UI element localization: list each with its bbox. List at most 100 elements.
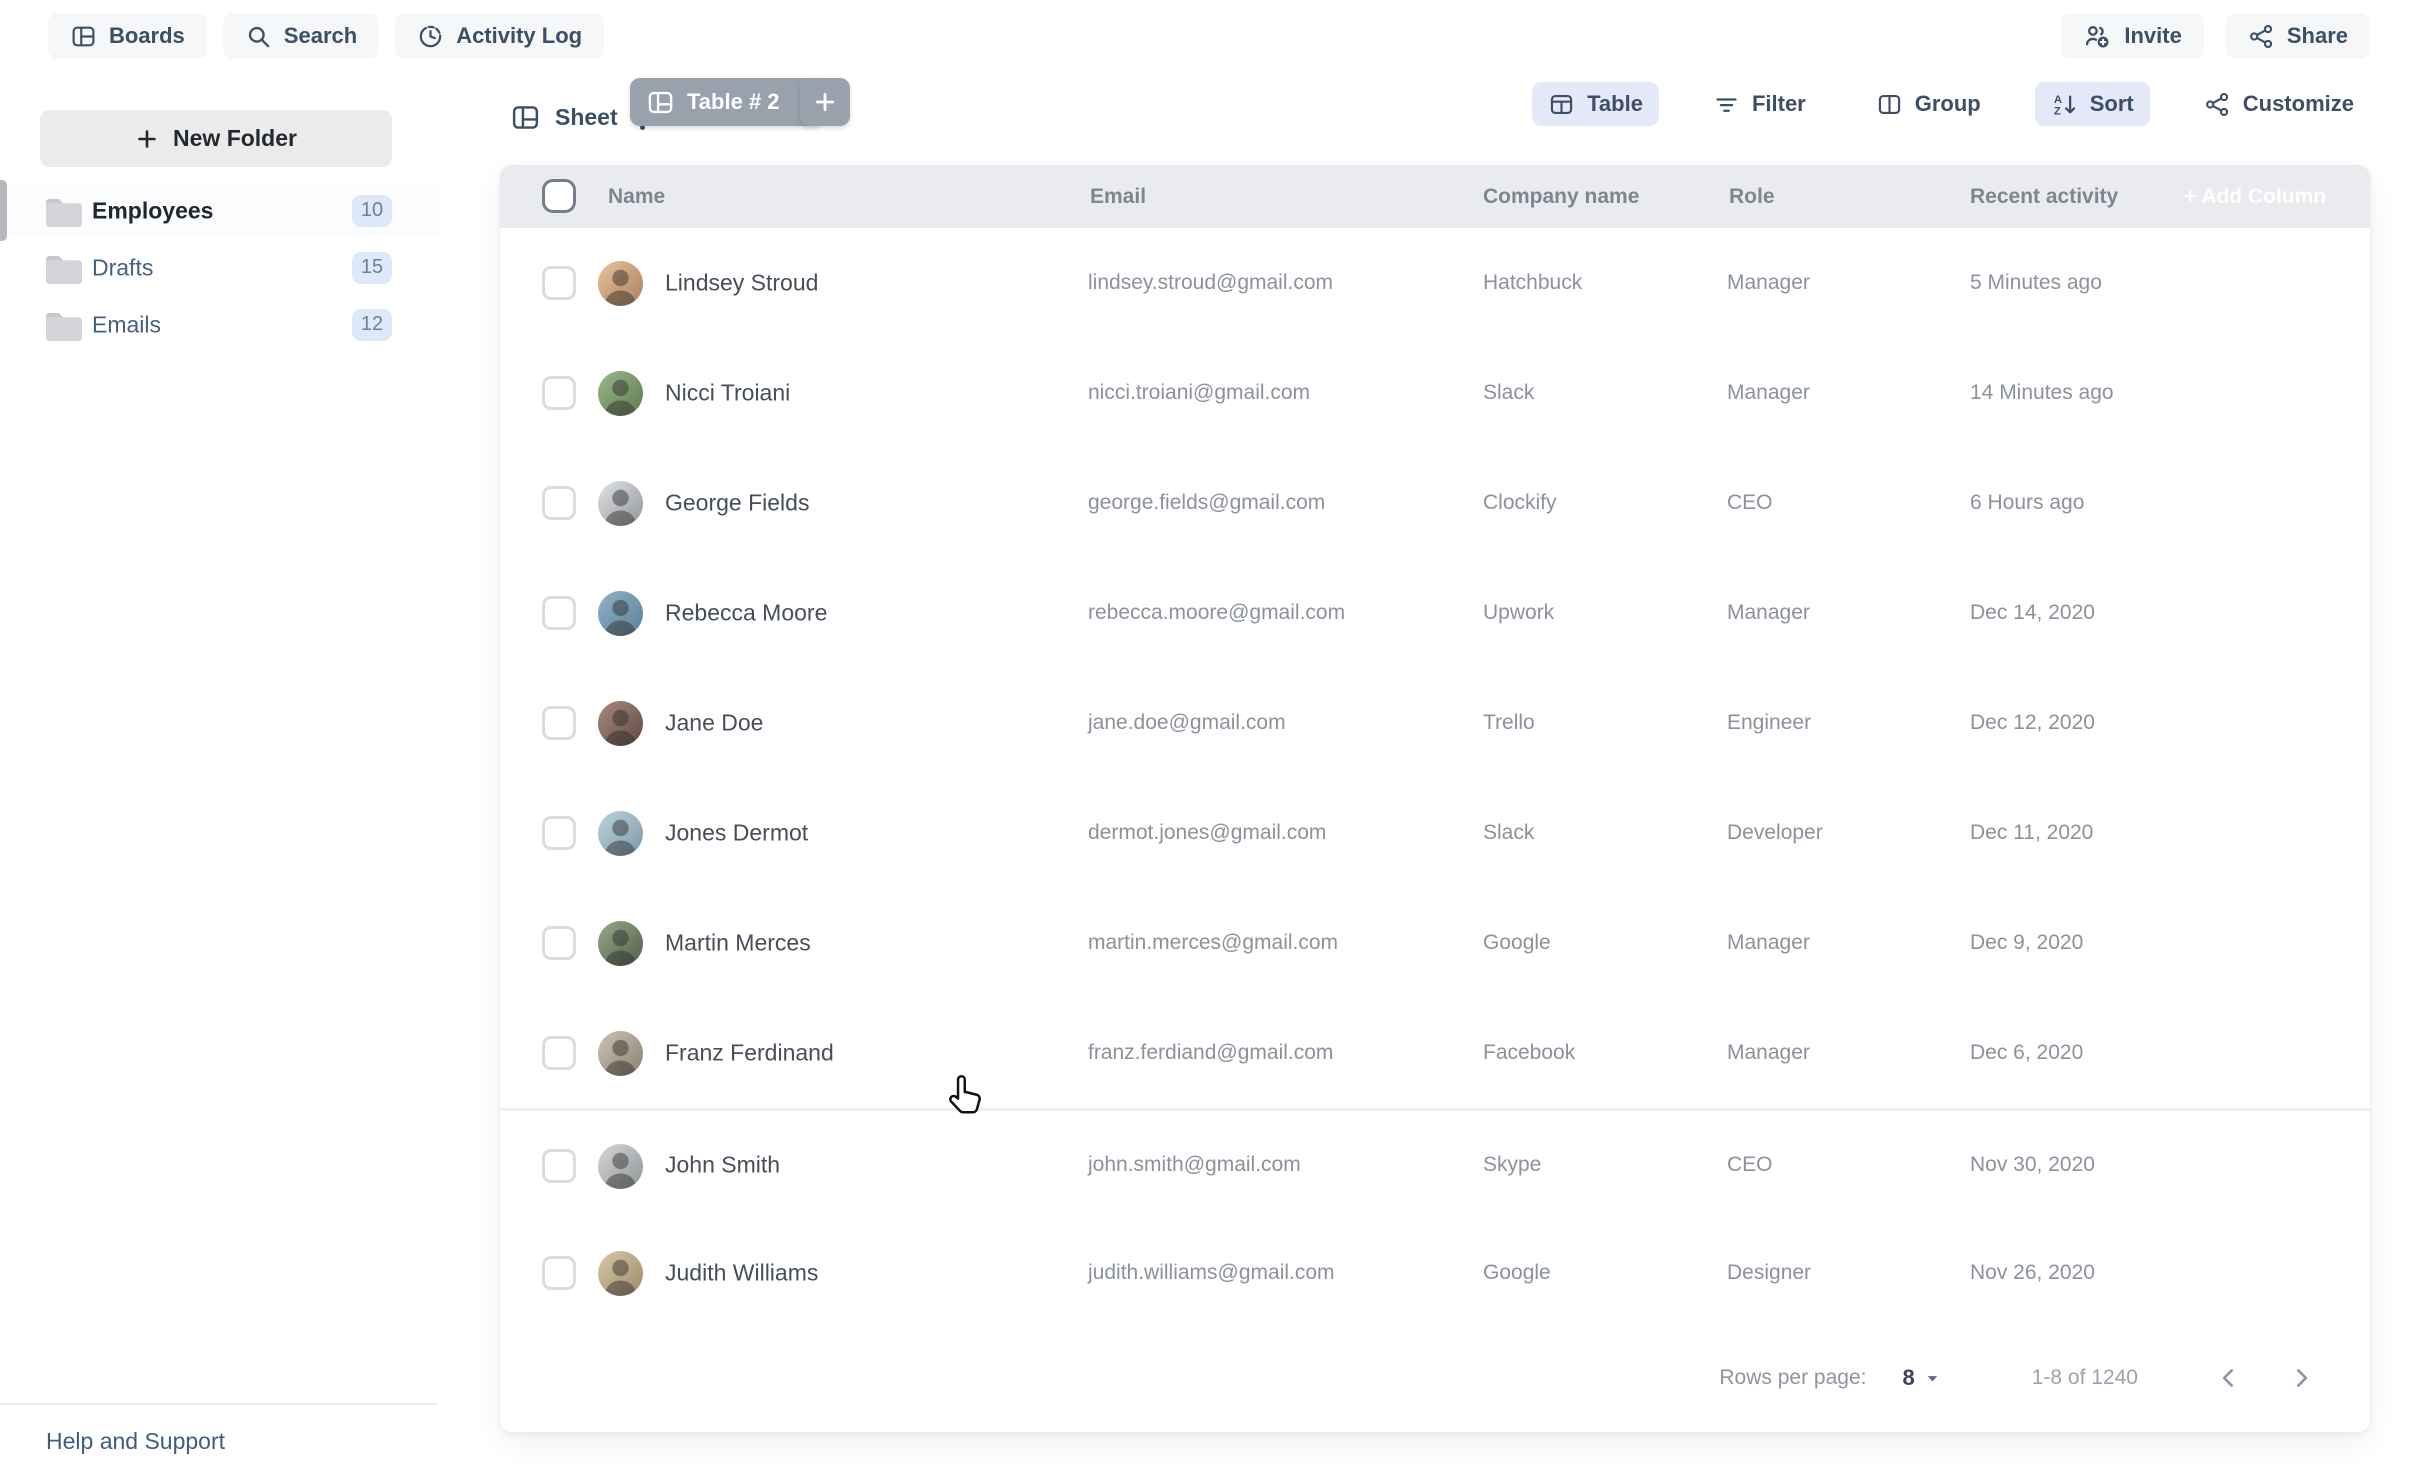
- add-column-button[interactable]: + Add Column: [2184, 165, 2326, 228]
- role-cell: Manager: [1727, 601, 1810, 625]
- role-cell: Manager: [1727, 931, 1810, 955]
- caret-down-icon: [1925, 1371, 1940, 1386]
- email-cell: jane.doe@gmail.com: [1088, 711, 1286, 735]
- row-checkbox[interactable]: [542, 926, 576, 960]
- role-cell: CEO: [1727, 491, 1773, 515]
- sidebar: New Folder Employees 10 Drafts 15 Emails…: [0, 72, 440, 1478]
- tab-table-2[interactable]: Table # 2: [630, 78, 823, 126]
- column-header-role[interactable]: Role: [1729, 165, 1775, 228]
- boards-label: Boards: [109, 23, 185, 49]
- row-checkbox[interactable]: [542, 1036, 576, 1070]
- svg-text:A: A: [2054, 93, 2062, 105]
- company-cell: Google: [1483, 931, 1551, 955]
- invite-button[interactable]: Invite: [2061, 13, 2203, 59]
- email-cell: nicci.troiani@gmail.com: [1088, 381, 1310, 405]
- column-header-activity[interactable]: Recent activity: [1970, 165, 2118, 228]
- table-row[interactable]: Rebecca Moore rebecca.moore@gmail.com Up…: [500, 558, 2370, 668]
- email-cell: george.fields@gmail.com: [1088, 491, 1325, 515]
- sort-button[interactable]: AZ Sort: [2035, 82, 2150, 126]
- selected-indicator: [0, 180, 7, 241]
- activity-cell: Nov 30, 2020: [1970, 1153, 2095, 1177]
- invite-label: Invite: [2124, 23, 2181, 49]
- table-row[interactable]: Franz Ferdinand franz.ferdiand@gmail.com…: [500, 998, 2370, 1108]
- prev-page-button[interactable]: [2216, 1365, 2242, 1391]
- group-label: Group: [1915, 91, 1981, 117]
- share-button[interactable]: Share: [2226, 13, 2370, 59]
- name-cell: Jane Doe: [665, 710, 763, 737]
- email-cell: franz.ferdiand@gmail.com: [1088, 1041, 1333, 1065]
- avatar: [598, 1144, 643, 1189]
- table-card: Name Email Company name Role Recent acti…: [500, 165, 2370, 1432]
- rows-per-page-label: Rows per page:: [1719, 1366, 1866, 1390]
- search-button[interactable]: Search: [223, 13, 379, 59]
- topbar-right-group: Invite Share: [2061, 13, 2370, 59]
- column-header-company[interactable]: Company name: [1483, 165, 1639, 228]
- role-cell: Developer: [1727, 821, 1823, 845]
- share-label: Share: [2287, 23, 2348, 49]
- company-cell: Trello: [1483, 711, 1535, 735]
- next-page-button[interactable]: [2288, 1365, 2314, 1391]
- table-row[interactable]: Nicci Troiani nicci.troiani@gmail.com Sl…: [500, 338, 2370, 448]
- name-cell: Judith Williams: [665, 1260, 818, 1287]
- row-checkbox[interactable]: [542, 1256, 576, 1290]
- row-checkbox[interactable]: [542, 266, 576, 300]
- avatar: [598, 1251, 643, 1296]
- table-tab-icon: [646, 88, 675, 117]
- company-cell: Facebook: [1483, 1041, 1575, 1065]
- avatar: [598, 261, 643, 306]
- top-bar: Boards Search Activity Log Invite Share: [0, 0, 2432, 72]
- column-header-email[interactable]: Email: [1090, 165, 1146, 228]
- table-row[interactable]: George Fields george.fields@gmail.com Cl…: [500, 448, 2370, 558]
- row-checkbox[interactable]: [542, 486, 576, 520]
- email-cell: judith.williams@gmail.com: [1088, 1261, 1335, 1285]
- avatar: [598, 811, 643, 856]
- sidebar-folder-item[interactable]: Emails 12: [0, 298, 440, 351]
- table-row[interactable]: John Smith john.smith@gmail.com Skype CE…: [500, 1108, 2370, 1218]
- table-row[interactable]: Judith Williams judith.williams@gmail.co…: [500, 1218, 2370, 1328]
- row-checkbox[interactable]: [542, 816, 576, 850]
- role-cell: Designer: [1727, 1261, 1811, 1285]
- name-cell: Franz Ferdinand: [665, 1040, 834, 1067]
- sheet-label: Sheet: [555, 104, 618, 131]
- row-checkbox[interactable]: [542, 596, 576, 630]
- row-checkbox[interactable]: [542, 376, 576, 410]
- table-view-button[interactable]: Table: [1532, 82, 1659, 126]
- sidebar-folder-item[interactable]: Drafts 15: [0, 241, 440, 294]
- row-checkbox[interactable]: [542, 706, 576, 740]
- company-cell: Skype: [1483, 1153, 1541, 1177]
- help-and-support-link[interactable]: Help and Support: [46, 1428, 225, 1455]
- activity-cell: 5 Minutes ago: [1970, 271, 2102, 295]
- email-cell: rebecca.moore@gmail.com: [1088, 601, 1345, 625]
- row-checkbox[interactable]: [542, 1149, 576, 1183]
- column-header-name[interactable]: Name: [608, 165, 665, 228]
- sheet-icon: [510, 102, 541, 133]
- boards-button[interactable]: Boards: [48, 13, 207, 59]
- email-cell: martin.merces@gmail.com: [1088, 931, 1338, 955]
- folder-icon: [44, 308, 84, 341]
- email-cell: john.smith@gmail.com: [1088, 1153, 1301, 1177]
- activity-cell: Dec 12, 2020: [1970, 711, 2095, 735]
- chevron-left-icon: [2216, 1365, 2242, 1391]
- sidebar-folder-item[interactable]: Employees 10: [0, 184, 440, 237]
- activity-cell: Dec 6, 2020: [1970, 1041, 2083, 1065]
- rows-per-page-select[interactable]: 8: [1902, 1365, 1939, 1391]
- name-cell: Rebecca Moore: [665, 600, 827, 627]
- group-button[interactable]: Group: [1860, 82, 1997, 126]
- folder-count-badge: 10: [352, 195, 392, 227]
- filter-button[interactable]: Filter: [1697, 82, 1822, 126]
- select-all-checkbox[interactable]: [542, 179, 576, 213]
- customize-button[interactable]: Customize: [2188, 82, 2370, 126]
- folder-icon: [44, 251, 84, 284]
- company-cell: Hatchbuck: [1483, 271, 1582, 295]
- role-cell: Manager: [1727, 271, 1810, 295]
- table-row[interactable]: Martin Merces martin.merces@gmail.com Go…: [500, 888, 2370, 998]
- table-row[interactable]: Jane Doe jane.doe@gmail.com Trello Engin…: [500, 668, 2370, 778]
- table-row[interactable]: Lindsey Stroud lindsey.stroud@gmail.com …: [500, 228, 2370, 338]
- name-cell: George Fields: [665, 490, 809, 517]
- folder-label: Emails: [92, 311, 161, 338]
- group-icon: [1876, 91, 1903, 118]
- table-row[interactable]: Jones Dermot dermot.jones@gmail.com Slac…: [500, 778, 2370, 888]
- company-cell: Upwork: [1483, 601, 1554, 625]
- add-table-button[interactable]: [800, 78, 850, 126]
- activity-log-button[interactable]: Activity Log: [395, 13, 604, 59]
